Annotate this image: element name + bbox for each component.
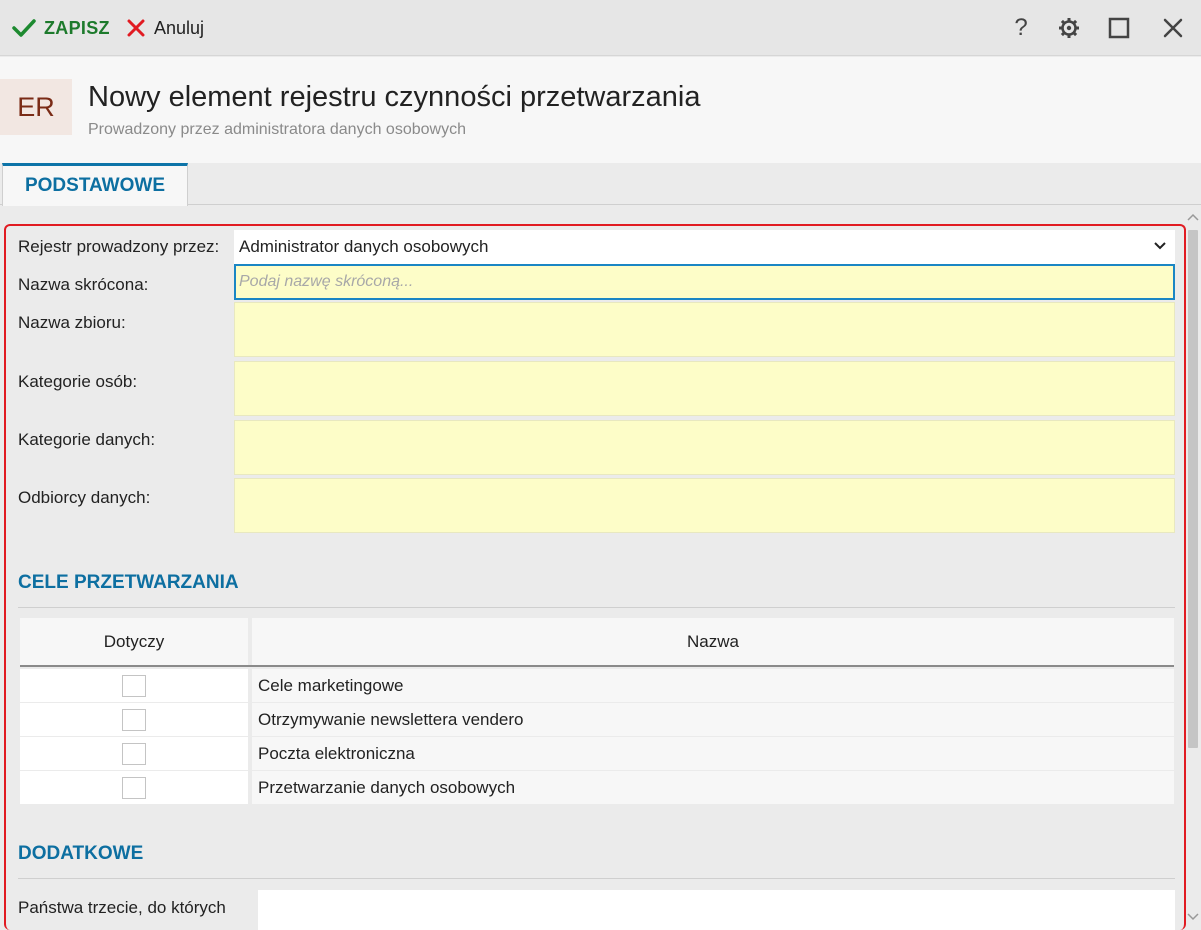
column-header-dotyczy[interactable]: Dotyczy [20, 618, 248, 665]
tab-podstawowe[interactable]: PODSTAWOWE [2, 163, 188, 206]
page-header: ER Nowy element rejestru czynności przet… [0, 57, 1201, 163]
close-window-button[interactable] [1159, 14, 1187, 42]
register-select-value: Administrator danych osobowych [239, 237, 489, 256]
data-categories-field[interactable] [234, 420, 1175, 475]
chevron-up-icon [1187, 213, 1199, 221]
table-cell-name: Otrzymywanie newslettera vendero [252, 703, 1174, 736]
table-row[interactable]: Przetwarzanie danych osobowych [20, 771, 1174, 804]
section-divider [18, 607, 1175, 608]
register-select[interactable]: Administrator danych osobowych [234, 230, 1175, 264]
toolbar: ZAPISZ Anuluj ? [0, 0, 1201, 56]
checkmark-icon [12, 19, 36, 37]
table-cell-name: Poczta elektroniczna [252, 737, 1174, 770]
purposes-section-title: CELE PRZETWARZANIA [18, 572, 239, 593]
person-categories-field[interactable] [234, 361, 1175, 416]
register-label: Rejestr prowadzony przez: [18, 237, 220, 256]
table-cell-check [20, 703, 248, 736]
row-checkbox[interactable] [122, 742, 146, 765]
page-title: Nowy element rejestru czynności przetwar… [88, 81, 701, 113]
third-countries-label: Państwa trzecie, do których [18, 898, 226, 917]
grid-header-divider [20, 665, 1174, 667]
settings-button[interactable] [1055, 14, 1083, 42]
table-row[interactable]: Cele marketingowe [20, 669, 1174, 702]
row-checkbox[interactable] [122, 776, 146, 799]
save-button[interactable]: ZAPISZ [12, 0, 110, 56]
table-cell-check [20, 669, 248, 702]
help-icon: ? [1014, 14, 1028, 41]
maximize-button[interactable] [1105, 14, 1133, 42]
set-name-label: Nazwa zbioru: [18, 313, 126, 332]
form-content: Rejestr prowadzony przez: Administrator … [4, 224, 1186, 930]
table-cell-check [20, 771, 248, 804]
row-checkbox[interactable] [122, 708, 146, 731]
cancel-button-label: Anuluj [154, 17, 205, 38]
table-row[interactable]: Poczta elektroniczna [20, 737, 1174, 770]
table-row[interactable]: Otrzymywanie newslettera vendero [20, 703, 1174, 736]
scroll-down-button[interactable] [1186, 910, 1200, 924]
scrollbar-thumb[interactable] [1188, 230, 1198, 748]
column-header-nazwa[interactable]: Nazwa [252, 618, 1174, 665]
chevron-down-icon [1154, 242, 1166, 250]
data-categories-label: Kategorie danych: [18, 430, 156, 449]
help-button[interactable]: ? [1007, 14, 1035, 42]
set-name-field[interactable] [234, 302, 1175, 357]
short-name-input[interactable] [234, 264, 1175, 300]
save-button-label: ZAPISZ [44, 17, 110, 38]
section-divider [18, 878, 1175, 879]
chevron-down-icon [1187, 913, 1199, 921]
table-cell-check [20, 737, 248, 770]
gear-icon [1059, 18, 1079, 38]
tab-bar: PODSTAWOWE [0, 163, 1201, 206]
page-subtitle: Prowadzony przez administratora danych o… [88, 121, 466, 138]
short-name-label: Nazwa skrócona: [18, 275, 149, 294]
cancel-button[interactable]: Anuluj [126, 0, 204, 56]
maximize-icon [1108, 17, 1130, 39]
entity-badge: ER [0, 79, 72, 135]
table-cell-name: Przetwarzanie danych osobowych [252, 771, 1174, 804]
close-icon [127, 19, 145, 37]
person-categories-label: Kategorie osób: [18, 372, 138, 391]
table-cell-name: Cele marketingowe [252, 669, 1174, 702]
recipients-label: Odbiorcy danych: [18, 488, 151, 507]
close-icon [1163, 18, 1183, 38]
recipients-field[interactable] [234, 478, 1175, 533]
scroll-up-button[interactable] [1186, 210, 1200, 224]
row-checkbox[interactable] [122, 674, 146, 697]
additional-section-title: DODATKOWE [18, 843, 144, 864]
third-countries-field[interactable] [258, 890, 1175, 930]
